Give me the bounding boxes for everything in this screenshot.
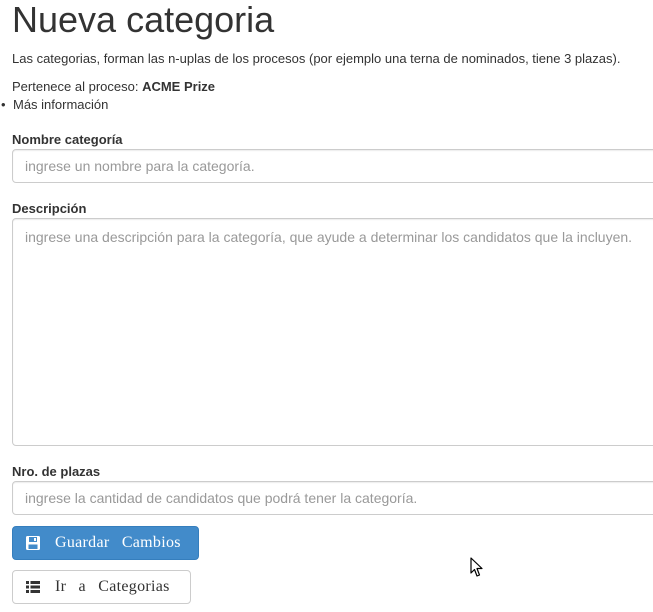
more-info-list-item: • Más información	[0, 97, 108, 113]
mouse-cursor-icon	[470, 557, 483, 577]
page-title: Nueva categoria	[12, 0, 275, 40]
category-description-textarea[interactable]	[12, 218, 653, 446]
floppy-disk-icon	[25, 535, 41, 551]
description-label: Descripción	[12, 201, 87, 216]
go-to-categories-button[interactable]: Ir a Categorias	[12, 570, 191, 604]
intro-text: Las categorias, forman las n-uplas de lo…	[12, 51, 621, 66]
process-prefix: Pertenece al proceso:	[12, 79, 143, 94]
new-category-page: Nueva categoria Las categorias, forman l…	[0, 0, 653, 612]
more-info-link[interactable]: Más información	[13, 97, 108, 112]
bullet-icon: •	[1, 97, 6, 112]
slots-label: Nro. de plazas	[12, 464, 101, 479]
process-name: ACME Prize	[142, 79, 216, 94]
category-name-input[interactable]	[12, 149, 653, 183]
save-changes-button[interactable]: Guardar Cambios	[12, 526, 199, 560]
slots-input[interactable]	[12, 481, 653, 515]
name-label: Nombre categoría	[12, 132, 123, 147]
list-icon	[25, 579, 41, 595]
save-button-label: Guardar Cambios	[55, 534, 181, 551]
back-button-label: Ir a Categorias	[55, 578, 170, 595]
process-info: Pertenece al proceso: ACME Prize	[12, 79, 215, 95]
